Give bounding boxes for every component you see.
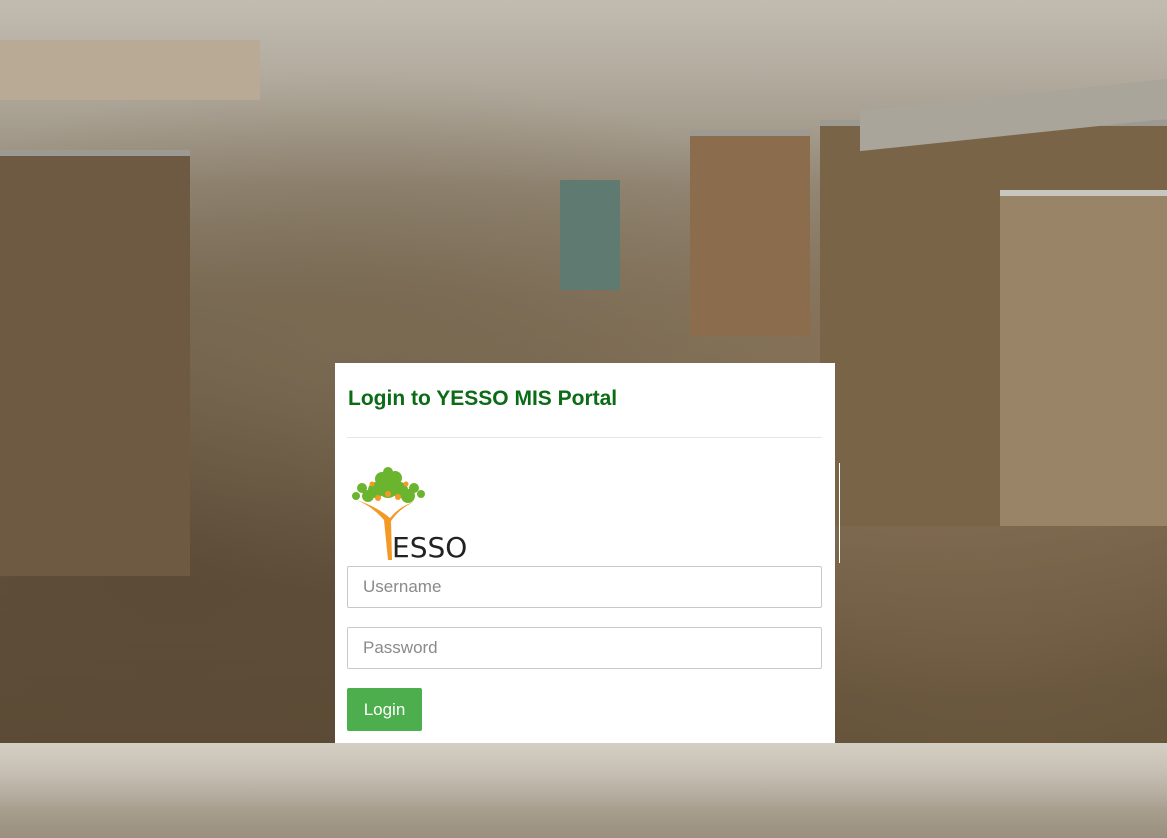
shack-door [560, 180, 620, 290]
page-title: Login to YESSO MIS Portal [348, 387, 618, 410]
shack-far-right [1000, 190, 1167, 526]
tree-icon [352, 467, 425, 503]
shack-mid [690, 130, 810, 336]
password-input[interactable] [347, 627, 822, 669]
background-photo-repeat [0, 743, 1167, 838]
login-button[interactable]: Login [347, 688, 422, 731]
shack-left [0, 150, 190, 576]
roof-left [0, 40, 260, 100]
svg-text:ESSO: ESSO [392, 531, 467, 561]
login-card: Login to YESSO MIS Portal ESSO Username … [335, 363, 835, 743]
decorative-line [839, 463, 840, 563]
yesso-logo: ESSO [352, 467, 467, 561]
divider [347, 437, 822, 438]
username-input[interactable] [347, 566, 822, 608]
